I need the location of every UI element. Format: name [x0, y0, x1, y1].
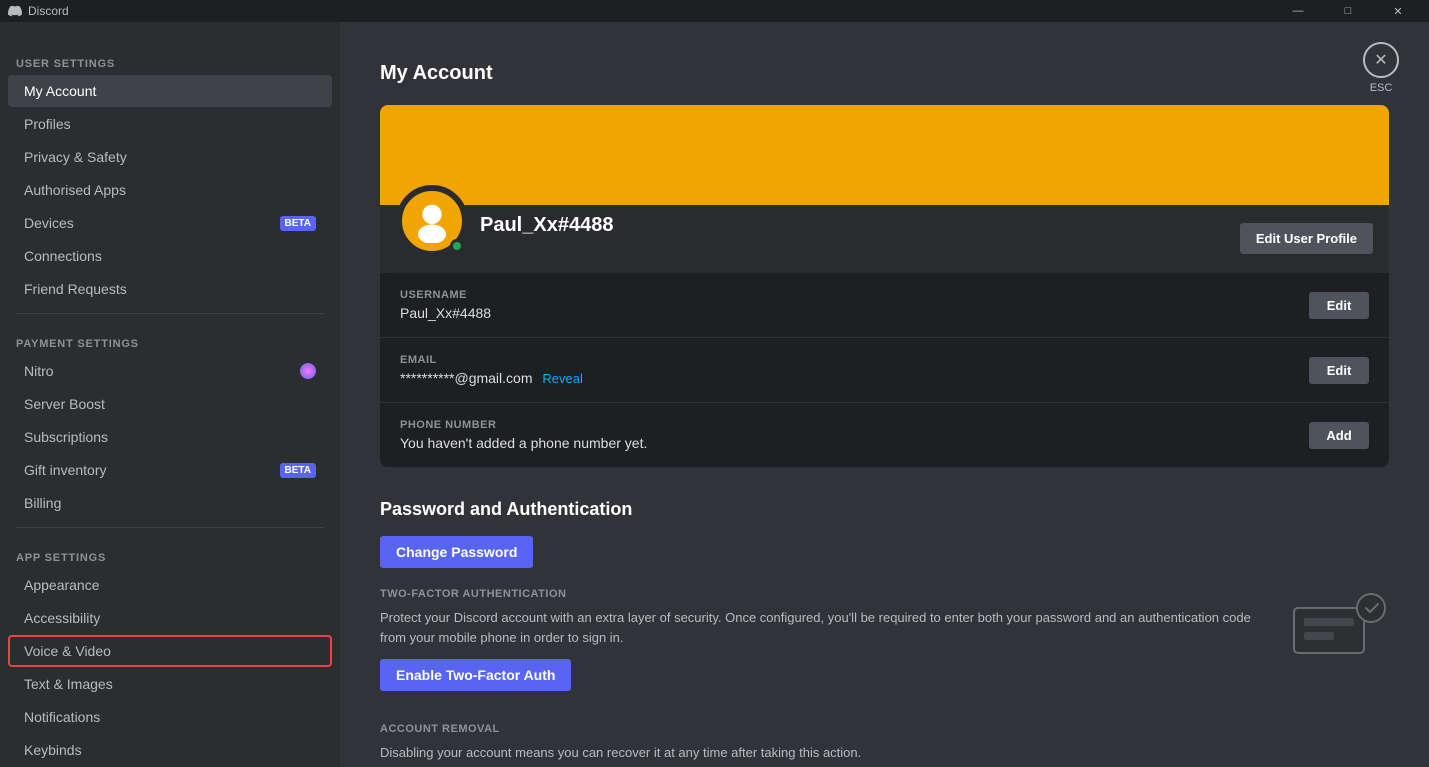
username-label: USERNAME [400, 289, 491, 301]
fields-section: USERNAME Paul_Xx#4488 Edit EMAIL *******… [380, 273, 1389, 467]
minimize-button[interactable]: — [1275, 0, 1321, 22]
sidebar-item-server-boost[interactable]: Server Boost [8, 388, 332, 420]
two-factor-desc: Protect your Discord account with an ext… [380, 608, 1269, 647]
phone-add-button[interactable]: Add [1309, 422, 1369, 449]
sidebar-item-label: Voice & Video [24, 643, 111, 659]
page-title: My Account [380, 62, 1389, 85]
sidebar-item-label: Connections [24, 248, 102, 264]
phone-label: PHONE NUMBER [400, 419, 647, 431]
beta-badge: BETA [280, 216, 316, 231]
sidebar-item-connections[interactable]: Connections [8, 240, 332, 272]
two-factor-left: TWO-FACTOR AUTHENTICATION Protect your D… [380, 588, 1269, 691]
sidebar-item-label: Profiles [24, 116, 71, 132]
main-content: ✕ ESC My Account [340, 22, 1429, 767]
sidebar-item-label: Authorised Apps [24, 182, 126, 198]
username-display: Paul_Xx#4488 [480, 214, 613, 237]
nitro-icon [300, 363, 316, 379]
phone-field-row: PHONE NUMBER You haven't added a phone n… [380, 403, 1389, 467]
phone-field-info: PHONE NUMBER You haven't added a phone n… [400, 419, 647, 451]
username-value: Paul_Xx#4488 [400, 305, 491, 321]
sidebar-item-label: Gift inventory [24, 462, 106, 478]
sidebar-item-keybinds[interactable]: Keybinds [8, 734, 332, 766]
esc-label: ESC [1370, 82, 1393, 94]
profile-info: Paul_Xx#4488 Edit User Profile [380, 205, 1389, 273]
sidebar: USER SETTINGS My Account Profiles Privac… [0, 22, 340, 767]
sidebar-item-label: Keybinds [24, 742, 82, 758]
sidebar-item-label: Accessibility [24, 610, 100, 626]
sidebar-item-authorised-apps[interactable]: Authorised Apps [8, 174, 332, 206]
enable-2fa-button[interactable]: Enable Two-Factor Auth [380, 659, 571, 691]
sidebar-item-label: Friend Requests [24, 281, 127, 297]
app-container: USER SETTINGS My Account Profiles Privac… [0, 22, 1429, 767]
esc-circle-icon: ✕ [1363, 42, 1399, 78]
email-field-info: EMAIL **********@gmail.com Reveal [400, 354, 583, 386]
account-removal-desc: Disabling your account means you can rec… [380, 743, 1389, 763]
maximize-button[interactable]: □ [1325, 0, 1371, 22]
profile-card: Paul_Xx#4488 Edit User Profile USERNAME … [380, 105, 1389, 467]
app-settings-label: APP SETTINGS [0, 536, 340, 568]
discord-logo-icon [8, 4, 22, 18]
user-settings-label: USER SETTINGS [0, 42, 340, 74]
sidebar-item-my-account[interactable]: My Account [8, 75, 332, 107]
divider-2 [16, 527, 324, 528]
email-field-row: EMAIL **********@gmail.com Reveal Edit [380, 338, 1389, 403]
avatar-wrapper [396, 185, 468, 257]
sidebar-item-label: Appearance [24, 577, 100, 593]
two-factor-label: TWO-FACTOR AUTHENTICATION [380, 588, 1269, 600]
sidebar-item-label: Devices [24, 215, 74, 231]
titlebar-controls: — □ ✕ [1275, 0, 1421, 22]
reveal-email-link[interactable]: Reveal [542, 371, 582, 386]
titlebar-left: Discord [8, 4, 69, 18]
sidebar-item-text-images[interactable]: Text & Images [8, 668, 332, 700]
sidebar-item-label: Nitro [24, 363, 54, 379]
sidebar-item-profiles[interactable]: Profiles [8, 108, 332, 140]
sidebar-item-label: Subscriptions [24, 429, 108, 445]
security-illustration [1289, 588, 1389, 658]
close-button[interactable]: ✕ [1375, 0, 1421, 22]
avatar-icon [410, 199, 454, 243]
sidebar-item-label: Server Boost [24, 396, 105, 412]
sidebar-item-devices[interactable]: Devices BETA [8, 207, 332, 239]
edit-user-profile-button[interactable]: Edit User Profile [1240, 223, 1373, 254]
payment-settings-label: PAYMENT SETTINGS [0, 322, 340, 354]
phone-value: You haven't added a phone number yet. [400, 435, 647, 451]
username-field-row: USERNAME Paul_Xx#4488 Edit [380, 273, 1389, 338]
username-edit-button[interactable]: Edit [1309, 292, 1369, 319]
beta-badge-gift: BETA [280, 463, 316, 478]
change-password-button[interactable]: Change Password [380, 536, 533, 568]
sidebar-item-label: Text & Images [24, 676, 113, 692]
sidebar-item-nitro[interactable]: Nitro [8, 355, 332, 387]
online-status-dot [450, 239, 464, 253]
sidebar-item-accessibility[interactable]: Accessibility [8, 602, 332, 634]
esc-button[interactable]: ✕ ESC [1363, 42, 1399, 94]
email-label: EMAIL [400, 354, 583, 366]
sidebar-item-gift-inventory[interactable]: Gift inventory BETA [8, 454, 332, 486]
sidebar-item-label: Privacy & Safety [24, 149, 127, 165]
sidebar-item-notifications[interactable]: Notifications [8, 701, 332, 733]
account-removal-label: ACCOUNT REMOVAL [380, 723, 1389, 735]
security-svg [1289, 588, 1389, 658]
sidebar-item-privacy-safety[interactable]: Privacy & Safety [8, 141, 332, 173]
sidebar-item-label: Notifications [24, 709, 100, 725]
sidebar-item-voice-video[interactable]: Voice & Video [8, 635, 332, 667]
sidebar-item-subscriptions[interactable]: Subscriptions [8, 421, 332, 453]
sidebar-item-appearance[interactable]: Appearance [8, 569, 332, 601]
titlebar: Discord — □ ✕ [0, 0, 1429, 22]
two-factor-container: TWO-FACTOR AUTHENTICATION Protect your D… [380, 588, 1389, 691]
sidebar-item-label: Billing [24, 495, 61, 511]
divider-1 [16, 313, 324, 314]
email-edit-button[interactable]: Edit [1309, 357, 1369, 384]
username-field-info: USERNAME Paul_Xx#4488 [400, 289, 491, 321]
email-value: **********@gmail.com Reveal [400, 370, 583, 386]
sidebar-item-friend-requests[interactable]: Friend Requests [8, 273, 332, 305]
sidebar-item-label: My Account [24, 83, 96, 99]
app-name: Discord [28, 4, 69, 18]
auth-section-title: Password and Authentication [380, 499, 1389, 520]
profile-left: Paul_Xx#4488 [396, 185, 613, 257]
sidebar-item-billing[interactable]: Billing [8, 487, 332, 519]
